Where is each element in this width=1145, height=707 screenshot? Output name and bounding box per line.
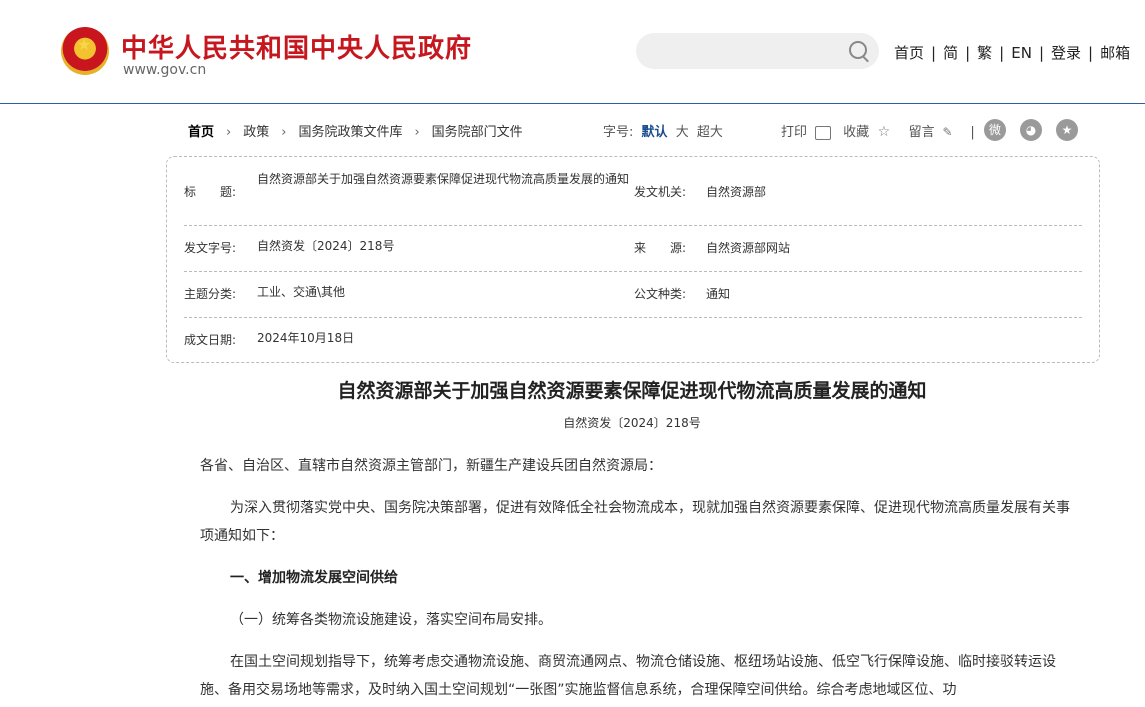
meta-topic-value: 工业、交通\其他 bbox=[257, 285, 346, 299]
breadcrumb: 首页 › 政策 › 国务院政策文件库 › 国务院部门文件 bbox=[188, 121, 523, 140]
meta-issuer-label: 发文机关: bbox=[634, 185, 687, 199]
pencil-icon: ✎ bbox=[938, 125, 957, 139]
breadcrumb-policy-library[interactable]: 国务院政策文件库 bbox=[298, 125, 402, 140]
article-title: 自然资源部关于加强自然资源要素保障促进现代物流高质量发展的通知 bbox=[337, 380, 927, 402]
page-tools: 字号: 默认 大 超大 打印 收藏 ☆ 留言 ✎ | bbox=[603, 121, 979, 140]
search-input[interactable] bbox=[636, 33, 879, 69]
font-size-default[interactable]: 默认 bbox=[642, 125, 668, 140]
font-size-label: 字号: bbox=[603, 125, 634, 140]
breadcrumb-policy[interactable]: 政策 bbox=[243, 125, 269, 140]
meta-source-value: 自然资源部网站 bbox=[706, 241, 791, 255]
meta-type-value: 通知 bbox=[706, 287, 731, 301]
meta-topic-label: 主题分类: bbox=[184, 287, 237, 301]
search-icon[interactable] bbox=[849, 41, 867, 59]
nav-divider: | bbox=[999, 44, 1005, 62]
nav-divider: | bbox=[1038, 44, 1044, 62]
meta-type-label: 公文种类: bbox=[634, 287, 687, 301]
nav-divider: | bbox=[965, 44, 971, 62]
site-header: ★ 中华人民共和国中央人民政府 www.gov.cn 首页 | 简 | 繁 | EN | 登录 |… bbox=[0, 0, 1145, 104]
meta-row: 主题分类: 工业、交通\其他 公文种类: 通知 bbox=[184, 271, 1082, 318]
meta-docno-label: 发文字号: bbox=[184, 241, 237, 255]
nav-home[interactable]: 首页 bbox=[894, 44, 924, 62]
meta-date-value: 2024年10月18日 bbox=[257, 331, 355, 345]
chevron-right-icon: › bbox=[281, 125, 287, 140]
top-nav: 首页 | 简 | 繁 | EN | 登录 | 邮箱 bbox=[894, 42, 1130, 63]
article-intro: 为深入贯彻落实党中央、国务院决策部署，促进有效降低全社会物流成本，现就加强自然资… bbox=[200, 500, 1070, 544]
document-meta-box: 标 题: 自然资源部关于加强自然资源要素保障促进现代物流高质量发展的通知 发文机… bbox=[166, 156, 1100, 363]
meta-row: 发文字号: 自然资发〔2024〕218号 来 源: 自然资源部网站 bbox=[184, 225, 1082, 272]
meta-title-label: 标 题: bbox=[184, 185, 237, 199]
print-button[interactable]: 打印 bbox=[781, 125, 835, 140]
nav-login[interactable]: 登录 bbox=[1051, 44, 1081, 62]
breadcrumb-home[interactable]: 首页 bbox=[188, 125, 214, 140]
font-size-large[interactable]: 大 bbox=[676, 125, 689, 140]
font-size-xlarge[interactable]: 超大 bbox=[697, 125, 723, 140]
article-salutation: 各省、自治区、直辖市自然资源主管部门，新疆生产建设兵团自然资源局： bbox=[200, 458, 662, 474]
comment-button[interactable]: 留言 ✎ bbox=[909, 125, 961, 140]
nav-divider: | bbox=[1088, 44, 1094, 62]
favorite-share-icon[interactable]: ★ bbox=[1056, 119, 1078, 141]
star-outline-icon: ☆ bbox=[873, 124, 895, 140]
wechat-share-icon[interactable]: ◕ bbox=[1020, 119, 1042, 141]
favorite-button[interactable]: 收藏 ☆ bbox=[843, 124, 898, 140]
article-paragraph: 在国土空间规划指导下，统筹考虑交通物流设施、商贸流通网点、物流仓储设施、枢纽场站… bbox=[200, 654, 1056, 698]
meta-row: 成文日期: 2024年10月18日 bbox=[184, 317, 1082, 361]
meta-title-value: 自然资源部关于加强自然资源要素保障促进现代物流高质量发展的通知 bbox=[257, 172, 630, 186]
nav-simplified[interactable]: 简 bbox=[943, 44, 958, 62]
weibo-share-icon[interactable]: 微 bbox=[984, 119, 1006, 141]
chevron-right-icon: › bbox=[414, 125, 420, 140]
tools-divider: | bbox=[970, 125, 975, 140]
comment-label: 留言 bbox=[908, 125, 935, 140]
nav-english[interactable]: EN bbox=[1011, 44, 1032, 62]
meta-row: 标 题: 自然资源部关于加强自然资源要素保障促进现代物流高质量发展的通知 发文机… bbox=[184, 165, 1082, 226]
chevron-right-icon: › bbox=[226, 125, 232, 140]
site-title[interactable]: 中华人民共和国中央人民政府 bbox=[121, 28, 472, 65]
printer-icon bbox=[815, 125, 832, 140]
nav-divider: | bbox=[931, 44, 937, 62]
star-icon: ★ bbox=[77, 35, 92, 54]
breadcrumb-department-docs[interactable]: 国务院部门文件 bbox=[432, 125, 523, 140]
nav-mail[interactable]: 邮箱 bbox=[1100, 44, 1130, 62]
meta-issuer-value: 自然资源部 bbox=[706, 185, 767, 199]
meta-source-label: 来 源: bbox=[634, 241, 687, 255]
subsection-heading: （一）统筹各类物流设施建设，落实空间布局安排。 bbox=[230, 612, 552, 628]
site-url: www.gov.cn bbox=[123, 62, 207, 78]
section-heading: 一、增加物流发展空间供给 bbox=[230, 570, 398, 586]
meta-date-label: 成文日期: bbox=[184, 333, 237, 347]
article-doc-number: 自然资发〔2024〕218号 bbox=[563, 416, 701, 430]
nav-traditional[interactable]: 繁 bbox=[977, 44, 992, 62]
national-emblem-logo[interactable]: ★ bbox=[61, 27, 109, 75]
print-label: 打印 bbox=[781, 125, 808, 140]
favorite-label: 收藏 bbox=[843, 125, 870, 140]
meta-docno-value: 自然资发〔2024〕218号 bbox=[257, 239, 395, 253]
